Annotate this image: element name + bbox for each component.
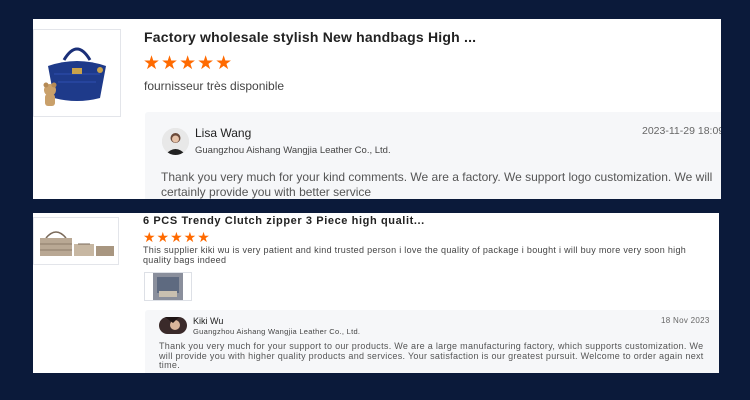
product-thumbnail[interactable]	[33, 29, 121, 117]
supplier-reply: Kiki Wu Guangzhou Aishang Wangjia Leathe…	[145, 310, 719, 373]
avatar	[159, 317, 187, 334]
handbag-set-image	[34, 218, 118, 264]
review-card: Factory wholesale stylish New handbags H…	[33, 19, 721, 199]
review-text: fournisseur très disponible	[144, 79, 285, 93]
product-title[interactable]: 6 PCS Trendy Clutch zipper 3 Piece high …	[143, 215, 425, 227]
product-title[interactable]: Factory wholesale stylish New handbags H…	[144, 29, 476, 45]
reply-text: Thank you very much for your support to …	[159, 341, 704, 370]
avatar	[162, 128, 189, 155]
review-photo[interactable]	[144, 272, 192, 301]
star-rating: ★★★★★	[143, 229, 211, 245]
reply-author: Kiki Wu	[193, 316, 224, 326]
reply-company: Guangzhou Aishang Wangjia Leather Co., L…	[195, 145, 391, 156]
handbag-image	[34, 30, 120, 116]
reply-text: Thank you very much for your kind commen…	[161, 170, 713, 199]
review-card: 6 PCS Trendy Clutch zipper 3 Piece high …	[33, 213, 719, 373]
reply-company: Guangzhou Aishang Wangjia Leather Co., L…	[193, 327, 361, 336]
reply-author: Lisa Wang	[195, 126, 252, 140]
product-thumbnail[interactable]	[33, 217, 119, 265]
reply-date: 18 Nov 2023	[661, 316, 710, 325]
supplier-reply: Lisa Wang Guangzhou Aishang Wangjia Leat…	[145, 112, 721, 199]
star-rating: ★★★★★	[143, 53, 234, 74]
review-text: This supplier kiki wu is very patient an…	[143, 245, 687, 265]
reply-date: 2023-11-29 18:09	[642, 125, 721, 137]
